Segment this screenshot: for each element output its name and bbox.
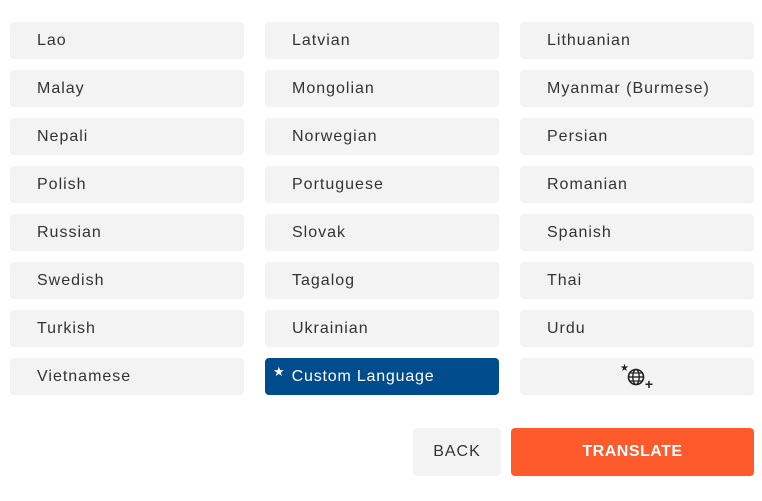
language-option-lao[interactable]: Lao [10, 22, 244, 59]
language-option-swedish[interactable]: Swedish [10, 262, 244, 299]
language-option-romanian[interactable]: Romanian [520, 166, 754, 203]
language-option-spanish[interactable]: Spanish [520, 214, 754, 251]
language-label: Lithuanian [547, 31, 631, 49]
language-option-vietnamese[interactable]: Vietnamese [10, 358, 244, 395]
language-label: Portuguese [292, 175, 384, 193]
language-label: Swedish [37, 271, 105, 289]
language-option-persian[interactable]: Persian [520, 118, 754, 155]
language-option-myanmar[interactable]: Myanmar (Burmese) [520, 70, 754, 107]
add-language-button[interactable]: ★ + [520, 358, 754, 395]
language-label: Urdu [547, 319, 586, 337]
language-option-nepali[interactable]: Nepali [10, 118, 244, 155]
language-option-portuguese[interactable]: Portuguese [265, 166, 499, 203]
language-label: Slovak [292, 223, 347, 241]
language-option-slovak[interactable]: Slovak [265, 214, 499, 251]
language-label: Russian [37, 223, 102, 241]
language-label: Latvian [292, 31, 351, 49]
language-label: Mongolian [292, 79, 375, 97]
language-option-latvian[interactable]: Latvian [265, 22, 499, 59]
language-label: Persian [547, 127, 609, 145]
language-label: Nepali [37, 127, 89, 145]
language-label: Myanmar (Burmese) [547, 79, 710, 97]
language-option-polish[interactable]: Polish [10, 166, 244, 203]
star-icon: ★ [273, 363, 286, 379]
language-option-tagalog[interactable]: Tagalog [265, 262, 499, 299]
plus-icon: + [644, 375, 654, 392]
custom-language-button[interactable]: ★ Custom Language [265, 358, 499, 395]
language-option-mongolian[interactable]: Mongolian [265, 70, 499, 107]
language-option-ukrainian[interactable]: Ukrainian [265, 310, 499, 347]
language-option-lithuanian[interactable]: Lithuanian [520, 22, 754, 59]
language-option-turkish[interactable]: Turkish [10, 310, 244, 347]
translate-button[interactable]: TRANSLATE [511, 428, 754, 476]
custom-language-label: Custom Language [291, 367, 435, 385]
language-label: Tagalog [292, 271, 356, 289]
language-label: Thai [547, 271, 583, 289]
globe-icon [627, 368, 645, 385]
language-label: Norwegian [292, 127, 378, 145]
language-label: Ukrainian [292, 319, 369, 337]
back-button[interactable]: BACK [413, 428, 501, 476]
language-label: Malay [37, 79, 85, 97]
language-grid: Lao Latvian Lithuanian Malay Mongolian M… [10, 22, 754, 395]
language-label: Spanish [547, 223, 612, 241]
language-label: Polish [37, 175, 87, 193]
language-option-norwegian[interactable]: Norwegian [265, 118, 499, 155]
language-label: Vietnamese [37, 367, 132, 385]
language-option-thai[interactable]: Thai [520, 262, 754, 299]
language-option-russian[interactable]: Russian [10, 214, 244, 251]
globe-star-plus-icon: ★ + [620, 363, 654, 392]
language-option-malay[interactable]: Malay [10, 70, 244, 107]
language-option-urdu[interactable]: Urdu [520, 310, 754, 347]
language-label: Turkish [37, 319, 96, 337]
language-label: Lao [37, 31, 67, 49]
language-label: Romanian [547, 175, 628, 193]
